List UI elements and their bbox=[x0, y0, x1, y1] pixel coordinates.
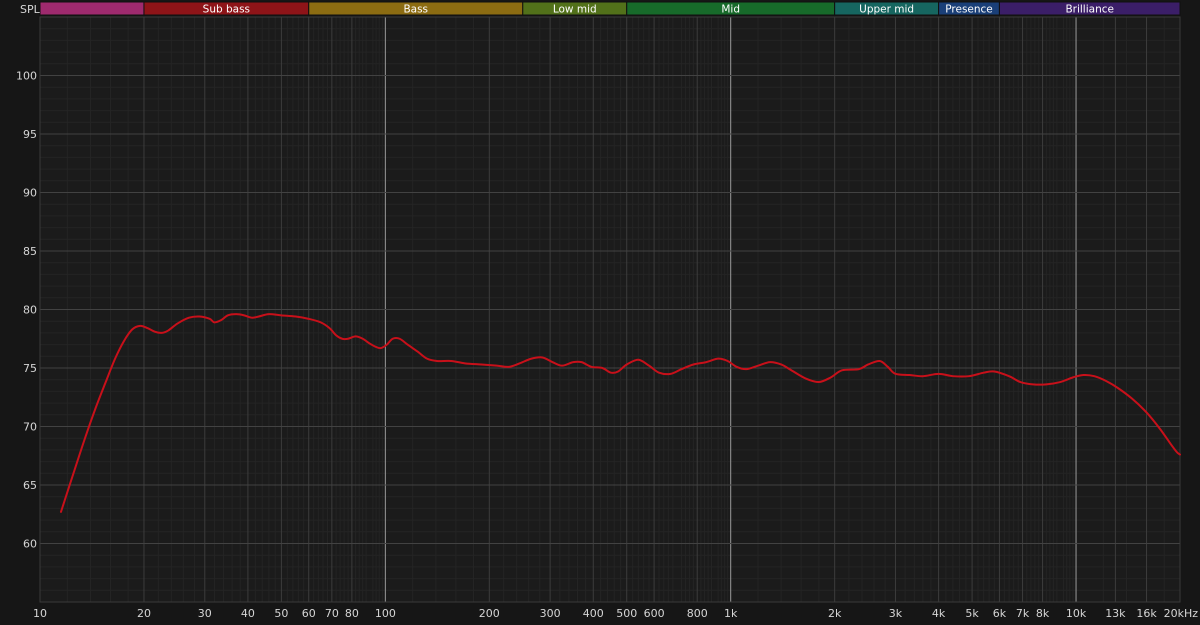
x-tick-label: 50 bbox=[274, 607, 288, 620]
x-tick-label: 5k bbox=[965, 607, 979, 620]
x-tick-label: 40 bbox=[241, 607, 255, 620]
band-label: Mid bbox=[721, 4, 740, 16]
x-tick-label: 300 bbox=[540, 607, 561, 620]
y-tick-label: 65 bbox=[23, 479, 37, 492]
y-tick-label: 80 bbox=[23, 304, 37, 317]
y-tick-label: 60 bbox=[23, 538, 37, 551]
chart-canvas: Sub bass Bass Low mid Mid Upper mid Presence B… bbox=[16, 1, 1199, 620]
x-tick-label: 10k bbox=[1066, 607, 1087, 620]
band-label: Presence bbox=[945, 4, 993, 16]
x-tick-label: 20kHz bbox=[1164, 607, 1199, 620]
band-label: Sub bass bbox=[203, 4, 250, 16]
x-tick-label: 100 bbox=[375, 607, 396, 620]
x-tick-label: 30 bbox=[198, 607, 212, 620]
x-tick-label: 1k bbox=[724, 607, 738, 620]
x-tick-label: 80 bbox=[345, 607, 359, 620]
x-tick-label: 10 bbox=[33, 607, 47, 620]
x-tick-label: 3k bbox=[889, 607, 903, 620]
y-axis-title: SPL bbox=[20, 3, 41, 16]
frequency-response-chart: Sub bass Bass Low mid Mid Upper mid Presence B… bbox=[0, 0, 1200, 625]
y-tick-label: 75 bbox=[23, 362, 37, 375]
x-tick-label: 600 bbox=[644, 607, 665, 620]
x-tick-label: 400 bbox=[583, 607, 604, 620]
x-tick-label: 200 bbox=[479, 607, 500, 620]
x-tick-label: 500 bbox=[616, 607, 637, 620]
y-tick-label: 85 bbox=[23, 245, 37, 258]
band-segment bbox=[39, 1, 145, 16]
x-tick-label: 7k bbox=[1016, 607, 1030, 620]
x-tick-label: 800 bbox=[687, 607, 708, 620]
x-tick-label: 70 bbox=[325, 607, 339, 620]
x-tick-label: 4k bbox=[932, 607, 946, 620]
y-tick-label: 100 bbox=[16, 70, 37, 83]
y-tick-label: 95 bbox=[23, 128, 37, 141]
band-strip: Sub bass Bass Low mid Mid Upper mid Presence B… bbox=[39, 1, 1181, 16]
x-tick-label: 13k bbox=[1105, 607, 1126, 620]
band-label: Bass bbox=[403, 4, 428, 16]
x-tick-label: 20 bbox=[137, 607, 151, 620]
y-tick-label: 70 bbox=[23, 421, 37, 434]
band-label: Low mid bbox=[553, 4, 597, 16]
x-tick-label: 2k bbox=[828, 607, 842, 620]
x-tick-label: 6k bbox=[993, 607, 1007, 620]
band-label: Upper mid bbox=[859, 4, 914, 16]
x-tick-label: 16k bbox=[1136, 607, 1157, 620]
y-tick-label: 90 bbox=[23, 187, 37, 200]
band-label: Brilliance bbox=[1065, 4, 1114, 16]
x-tick-label: 8k bbox=[1036, 607, 1050, 620]
x-tick-label: 60 bbox=[302, 607, 316, 620]
